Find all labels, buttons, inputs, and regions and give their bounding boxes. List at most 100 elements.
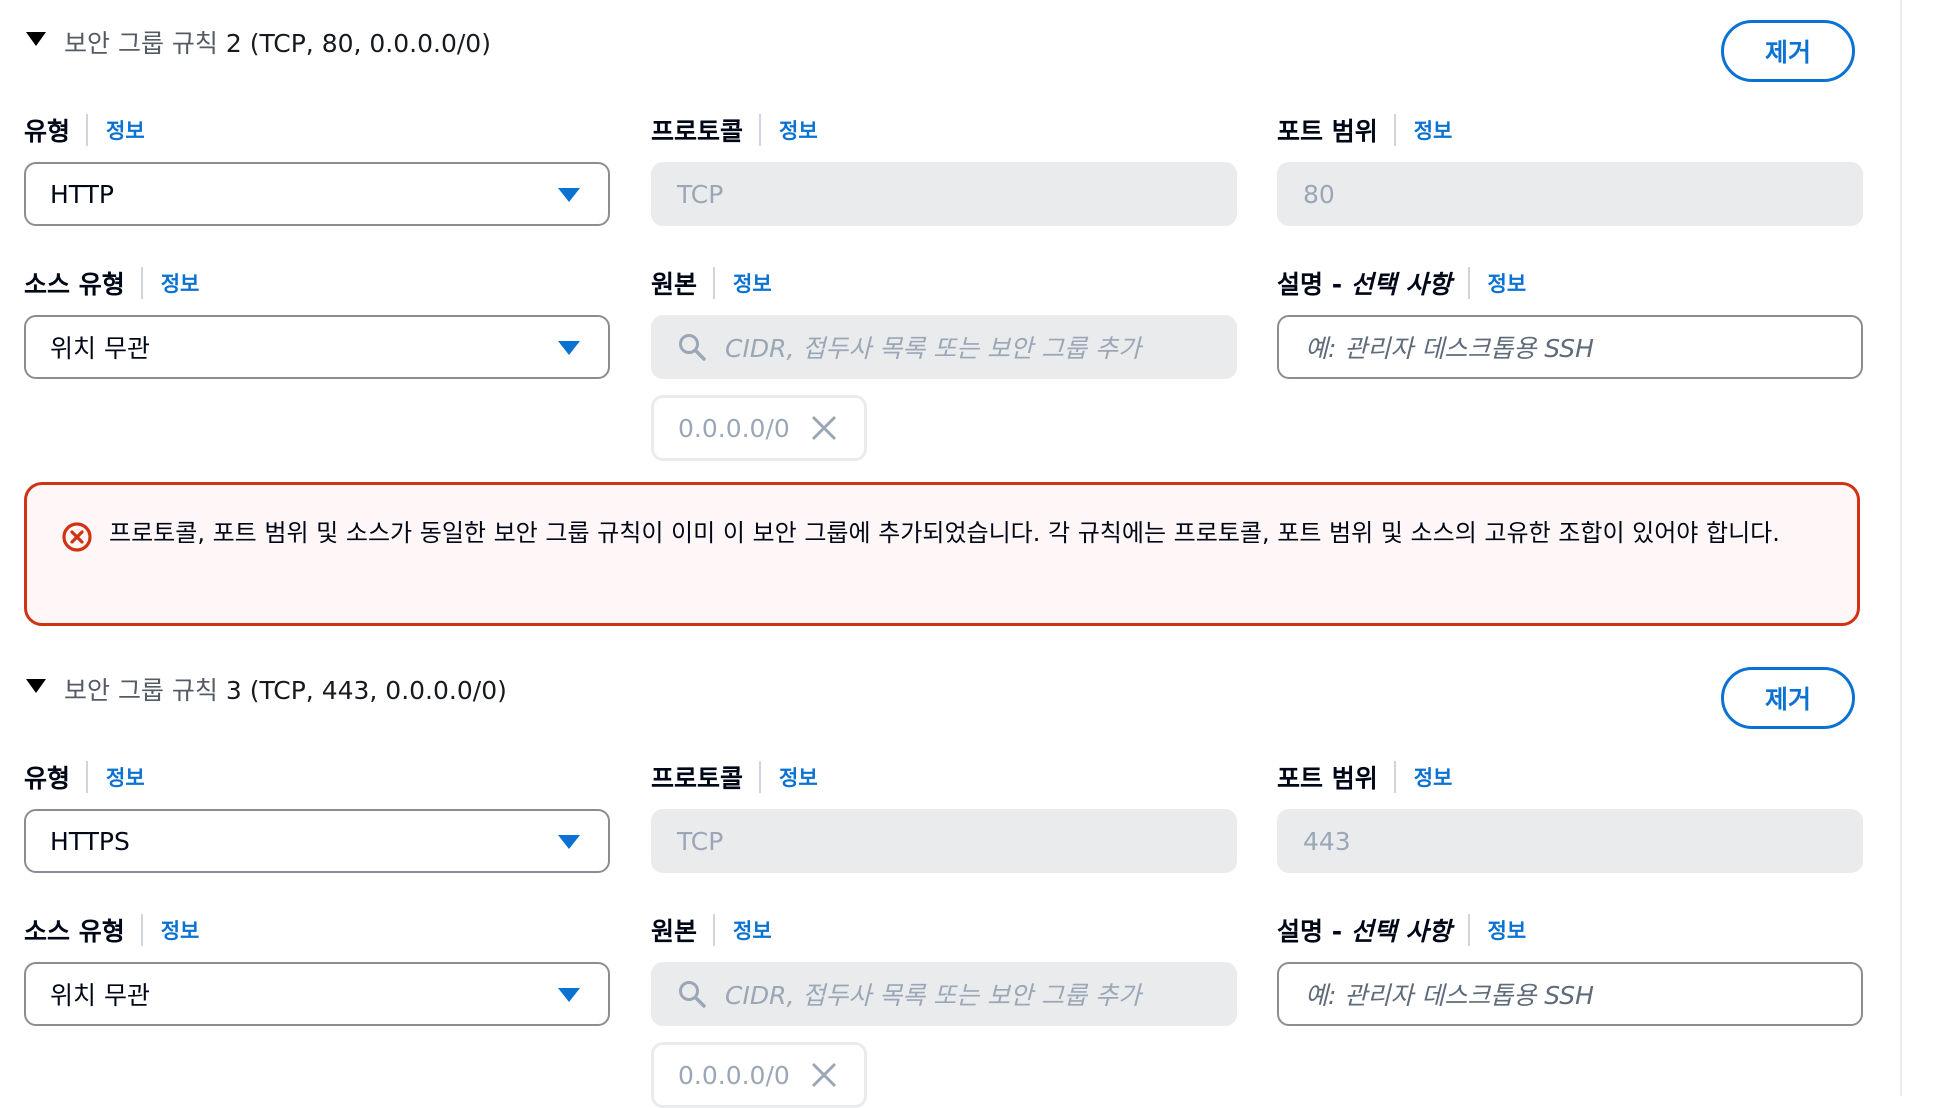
rule-title-prefix: 보안 그룹 규칙 xyxy=(64,676,218,705)
error-circle-icon xyxy=(62,522,92,552)
source-search-input[interactable]: CIDR, 접두사 목록 또는 보안 그룹 추가 xyxy=(651,962,1237,1026)
protocol-input: TCP xyxy=(651,162,1237,226)
label-divider xyxy=(1467,267,1470,299)
description-field: 설명 - 선택 사항 정보 예: 관리자 데스크톱용 SSH xyxy=(1277,910,1863,1030)
label-divider xyxy=(140,267,143,299)
type-field: 유형 정보 HTTP xyxy=(24,110,610,230)
dropdown-arrow-icon xyxy=(558,341,580,355)
label-divider xyxy=(1393,761,1396,793)
description-placeholder: 예: 관리자 데스크톱용 SSH xyxy=(1305,981,1594,1010)
source-type-select[interactable]: 위치 무관 xyxy=(24,315,610,379)
protocol-value: TCP xyxy=(677,826,724,856)
source-label: 원본 xyxy=(651,270,698,299)
source-type-select[interactable]: 위치 무관 xyxy=(24,962,610,1026)
rule-header: 보안 그룹 규칙 2 (TCP, 80, 0.0.0.0/0) 제거 xyxy=(24,20,1860,90)
label-divider xyxy=(140,914,143,946)
caret-down-icon[interactable] xyxy=(26,32,46,46)
port-range-value: 443 xyxy=(1303,826,1351,856)
description-label: 설명 - 선택 사항 xyxy=(1277,265,1452,301)
label-divider xyxy=(1467,914,1470,946)
source-token: 0.0.0.0/0 xyxy=(651,1042,867,1108)
source-search-input[interactable]: CIDR, 접두사 목록 또는 보안 그룹 추가 xyxy=(651,315,1237,379)
protocol-field: 프로토콜 정보 TCP xyxy=(651,110,1237,230)
protocol-input: TCP xyxy=(651,809,1237,873)
rule-header: 보안 그룹 규칙 3 (TCP, 443, 0.0.0.0/0) 제거 xyxy=(24,667,1860,737)
port-range-field: 포트 범위 정보 443 xyxy=(1277,757,1863,877)
description-info-link[interactable]: 정보 xyxy=(1488,915,1527,945)
port-range-label: 포트 범위 xyxy=(1277,117,1378,146)
protocol-info-link[interactable]: 정보 xyxy=(779,115,818,145)
rule-title[interactable]: 보안 그룹 규칙 3 (TCP, 443, 0.0.0.0/0) xyxy=(64,671,507,707)
rule-title-detail: 3 (TCP, 443, 0.0.0.0/0) xyxy=(217,676,507,705)
port-range-label: 포트 범위 xyxy=(1277,764,1378,793)
source-type-field: 소스 유형 정보 위치 무관 xyxy=(24,263,610,383)
protocol-label: 프로토콜 xyxy=(651,764,744,793)
type-info-link[interactable]: 정보 xyxy=(106,762,145,792)
protocol-value: TCP xyxy=(677,179,724,209)
source-type-value: 위치 무관 xyxy=(50,981,150,1010)
source-type-info-link[interactable]: 정보 xyxy=(161,268,200,298)
label-divider xyxy=(713,267,716,299)
rule-title-detail: 2 (TCP, 80, 0.0.0.0/0) xyxy=(217,29,491,58)
description-input[interactable]: 예: 관리자 데스크톱용 SSH xyxy=(1277,315,1863,379)
label-divider xyxy=(86,761,89,793)
source-type-label: 소스 유형 xyxy=(24,917,125,946)
security-group-rule-3: 보안 그룹 규칙 3 (TCP, 443, 0.0.0.0/0) 제거 유형 정보… xyxy=(24,667,1863,1108)
error-message: 프로토콜, 포트 범위 및 소스가 동일한 보안 그룹 규칙이 이미 이 보안 … xyxy=(109,519,1780,547)
rule-title-prefix: 보안 그룹 규칙 xyxy=(64,29,218,58)
description-info-link[interactable]: 정보 xyxy=(1488,268,1527,298)
port-range-input: 443 xyxy=(1277,809,1863,873)
label-divider xyxy=(713,914,716,946)
type-label: 유형 xyxy=(24,117,71,146)
type-select[interactable]: HTTPS xyxy=(24,809,610,873)
type-select-value: HTTP xyxy=(50,179,114,209)
protocol-info-link[interactable]: 정보 xyxy=(779,762,818,792)
source-type-field: 소스 유형 정보 위치 무관 xyxy=(24,910,610,1030)
source-type-info-link[interactable]: 정보 xyxy=(161,915,200,945)
label-divider xyxy=(759,761,762,793)
description-placeholder: 예: 관리자 데스크톱용 SSH xyxy=(1305,334,1594,363)
source-info-link[interactable]: 정보 xyxy=(733,268,772,298)
error-alert: 프로토콜, 포트 범위 및 소스가 동일한 보안 그룹 규칙이 이미 이 보안 … xyxy=(24,482,1860,626)
close-icon[interactable] xyxy=(810,414,838,442)
port-range-input: 80 xyxy=(1277,162,1863,226)
type-select[interactable]: HTTP xyxy=(24,162,610,226)
description-label-optional: 선택 사항 xyxy=(1350,270,1452,299)
remove-rule-button[interactable]: 제거 xyxy=(1721,667,1855,729)
source-search-placeholder: CIDR, 접두사 목록 또는 보안 그룹 추가 xyxy=(725,981,1142,1010)
close-icon[interactable] xyxy=(810,1061,838,1089)
port-range-info-link[interactable]: 정보 xyxy=(1414,762,1453,792)
source-search-placeholder: CIDR, 접두사 목록 또는 보안 그룹 추가 xyxy=(725,334,1142,363)
description-label-prefix: 설명 - xyxy=(1277,917,1351,946)
port-range-info-link[interactable]: 정보 xyxy=(1414,115,1453,145)
caret-down-icon[interactable] xyxy=(26,679,46,693)
protocol-field: 프로토콜 정보 TCP xyxy=(651,757,1237,877)
source-label: 원본 xyxy=(651,917,698,946)
description-input[interactable]: 예: 관리자 데스크톱용 SSH xyxy=(1277,962,1863,1026)
port-range-value: 80 xyxy=(1303,179,1335,209)
source-field: 원본 정보 CIDR, 접두사 목록 또는 보안 그룹 추가 0.0.0.0/0 xyxy=(651,263,1237,463)
search-icon xyxy=(679,981,706,1008)
description-label-optional: 선택 사항 xyxy=(1350,917,1452,946)
type-info-link[interactable]: 정보 xyxy=(106,115,145,145)
security-group-rule-2: 보안 그룹 규칙 2 (TCP, 80, 0.0.0.0/0) 제거 유형 정보 … xyxy=(24,20,1863,463)
source-info-link[interactable]: 정보 xyxy=(733,915,772,945)
label-divider xyxy=(1393,114,1396,146)
label-divider xyxy=(86,114,89,146)
type-label: 유형 xyxy=(24,764,71,793)
source-token-label: 0.0.0.0/0 xyxy=(678,1060,790,1090)
dropdown-arrow-icon xyxy=(558,188,580,202)
type-select-value: HTTPS xyxy=(50,826,130,856)
label-divider xyxy=(759,114,762,146)
protocol-label: 프로토콜 xyxy=(651,117,744,146)
remove-rule-button[interactable]: 제거 xyxy=(1721,20,1855,82)
search-icon xyxy=(679,334,706,361)
port-range-field: 포트 범위 정보 80 xyxy=(1277,110,1863,230)
source-field: 원본 정보 CIDR, 접두사 목록 또는 보안 그룹 추가 0.0.0.0/0 xyxy=(651,910,1237,1108)
rule-title[interactable]: 보안 그룹 규칙 2 (TCP, 80, 0.0.0.0/0) xyxy=(64,24,491,60)
source-token-label: 0.0.0.0/0 xyxy=(678,413,790,443)
description-label-prefix: 설명 - xyxy=(1277,270,1351,299)
dropdown-arrow-icon xyxy=(558,988,580,1002)
description-field: 설명 - 선택 사항 정보 예: 관리자 데스크톱용 SSH xyxy=(1277,263,1863,383)
panel-right-border xyxy=(1900,0,1902,1096)
